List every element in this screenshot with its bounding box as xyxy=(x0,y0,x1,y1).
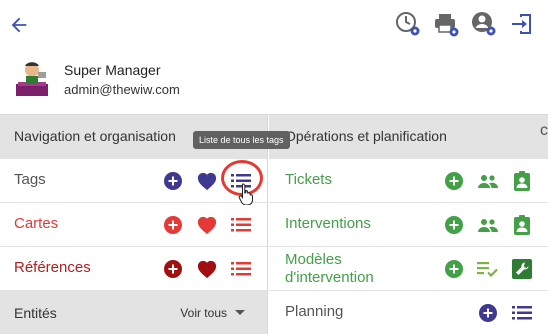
add-planning-button[interactable] xyxy=(476,301,500,325)
references-link[interactable]: Références xyxy=(14,259,91,276)
cartes-link[interactable]: Cartes xyxy=(14,215,58,232)
printer-settings-icon[interactable] xyxy=(432,10,460,38)
tooltip: Liste de tous les tags xyxy=(193,131,290,149)
operations-panel: Opérations et planification Tickets Inte… xyxy=(269,115,548,334)
user-profile: Super Manager admin@thewiw.com xyxy=(0,50,548,114)
row-modeles-intervention: Modèles d'intervention xyxy=(269,247,548,291)
logout-icon[interactable] xyxy=(508,10,536,38)
people-icon[interactable] xyxy=(476,213,500,237)
row-cartes: Cartes xyxy=(0,203,267,247)
clipboard-user-icon[interactable] xyxy=(510,169,534,193)
add-reference-button[interactable] xyxy=(161,257,185,281)
people-icon[interactable] xyxy=(476,169,500,193)
planning-link[interactable]: Planning xyxy=(285,303,343,320)
entites-label: Entités xyxy=(14,305,57,321)
favorite-tags-heart-icon[interactable] xyxy=(195,169,219,193)
add-modele-button[interactable] xyxy=(442,257,466,281)
tags-link[interactable]: Tags xyxy=(14,171,46,188)
list-references-button[interactable] xyxy=(229,257,253,281)
account-settings-icon[interactable] xyxy=(470,10,498,38)
favorite-references-heart-icon[interactable] xyxy=(195,257,219,281)
row-references: Références xyxy=(0,247,267,291)
top-bar xyxy=(0,0,548,50)
wrench-icon[interactable] xyxy=(510,257,534,281)
list-planning-button[interactable] xyxy=(510,301,534,325)
interventions-link[interactable]: Interventions xyxy=(285,215,371,232)
list-cartes-button[interactable] xyxy=(229,213,253,237)
row-tickets: Tickets xyxy=(269,159,548,203)
modeles-line-1: Modèles xyxy=(285,251,342,268)
add-carte-button[interactable] xyxy=(161,213,185,237)
back-arrow-icon[interactable] xyxy=(8,14,30,36)
add-intervention-button[interactable] xyxy=(442,213,466,237)
checklist-icon[interactable] xyxy=(476,257,500,281)
tickets-link[interactable]: Tickets xyxy=(285,171,332,188)
history-settings-icon[interactable] xyxy=(394,10,422,38)
row-interventions: Interventions xyxy=(269,203,548,247)
modeles-intervention-link[interactable]: Modèles d'intervention xyxy=(285,251,374,287)
hand-cursor-icon xyxy=(238,183,253,205)
voir-tous-label: Voir tous xyxy=(180,306,227,320)
add-ticket-button[interactable] xyxy=(442,169,466,193)
entites-header: Entités Voir tous xyxy=(0,291,267,334)
voir-tous-dropdown[interactable]: Voir tous xyxy=(180,306,245,320)
modeles-line-2: d'intervention xyxy=(285,269,374,286)
chevron-down-icon xyxy=(235,310,245,315)
add-tag-button[interactable] xyxy=(161,169,185,193)
user-email: admin@thewiw.com xyxy=(64,82,180,97)
favorite-cartes-heart-icon[interactable] xyxy=(195,213,219,237)
clipboard-user-icon[interactable] xyxy=(510,213,534,237)
avatar xyxy=(16,62,48,96)
row-planning: Planning xyxy=(269,291,548,334)
clipped-text: c xyxy=(540,122,548,139)
user-name: Super Manager xyxy=(64,62,161,78)
operations-header: Opérations et planification xyxy=(269,115,548,159)
